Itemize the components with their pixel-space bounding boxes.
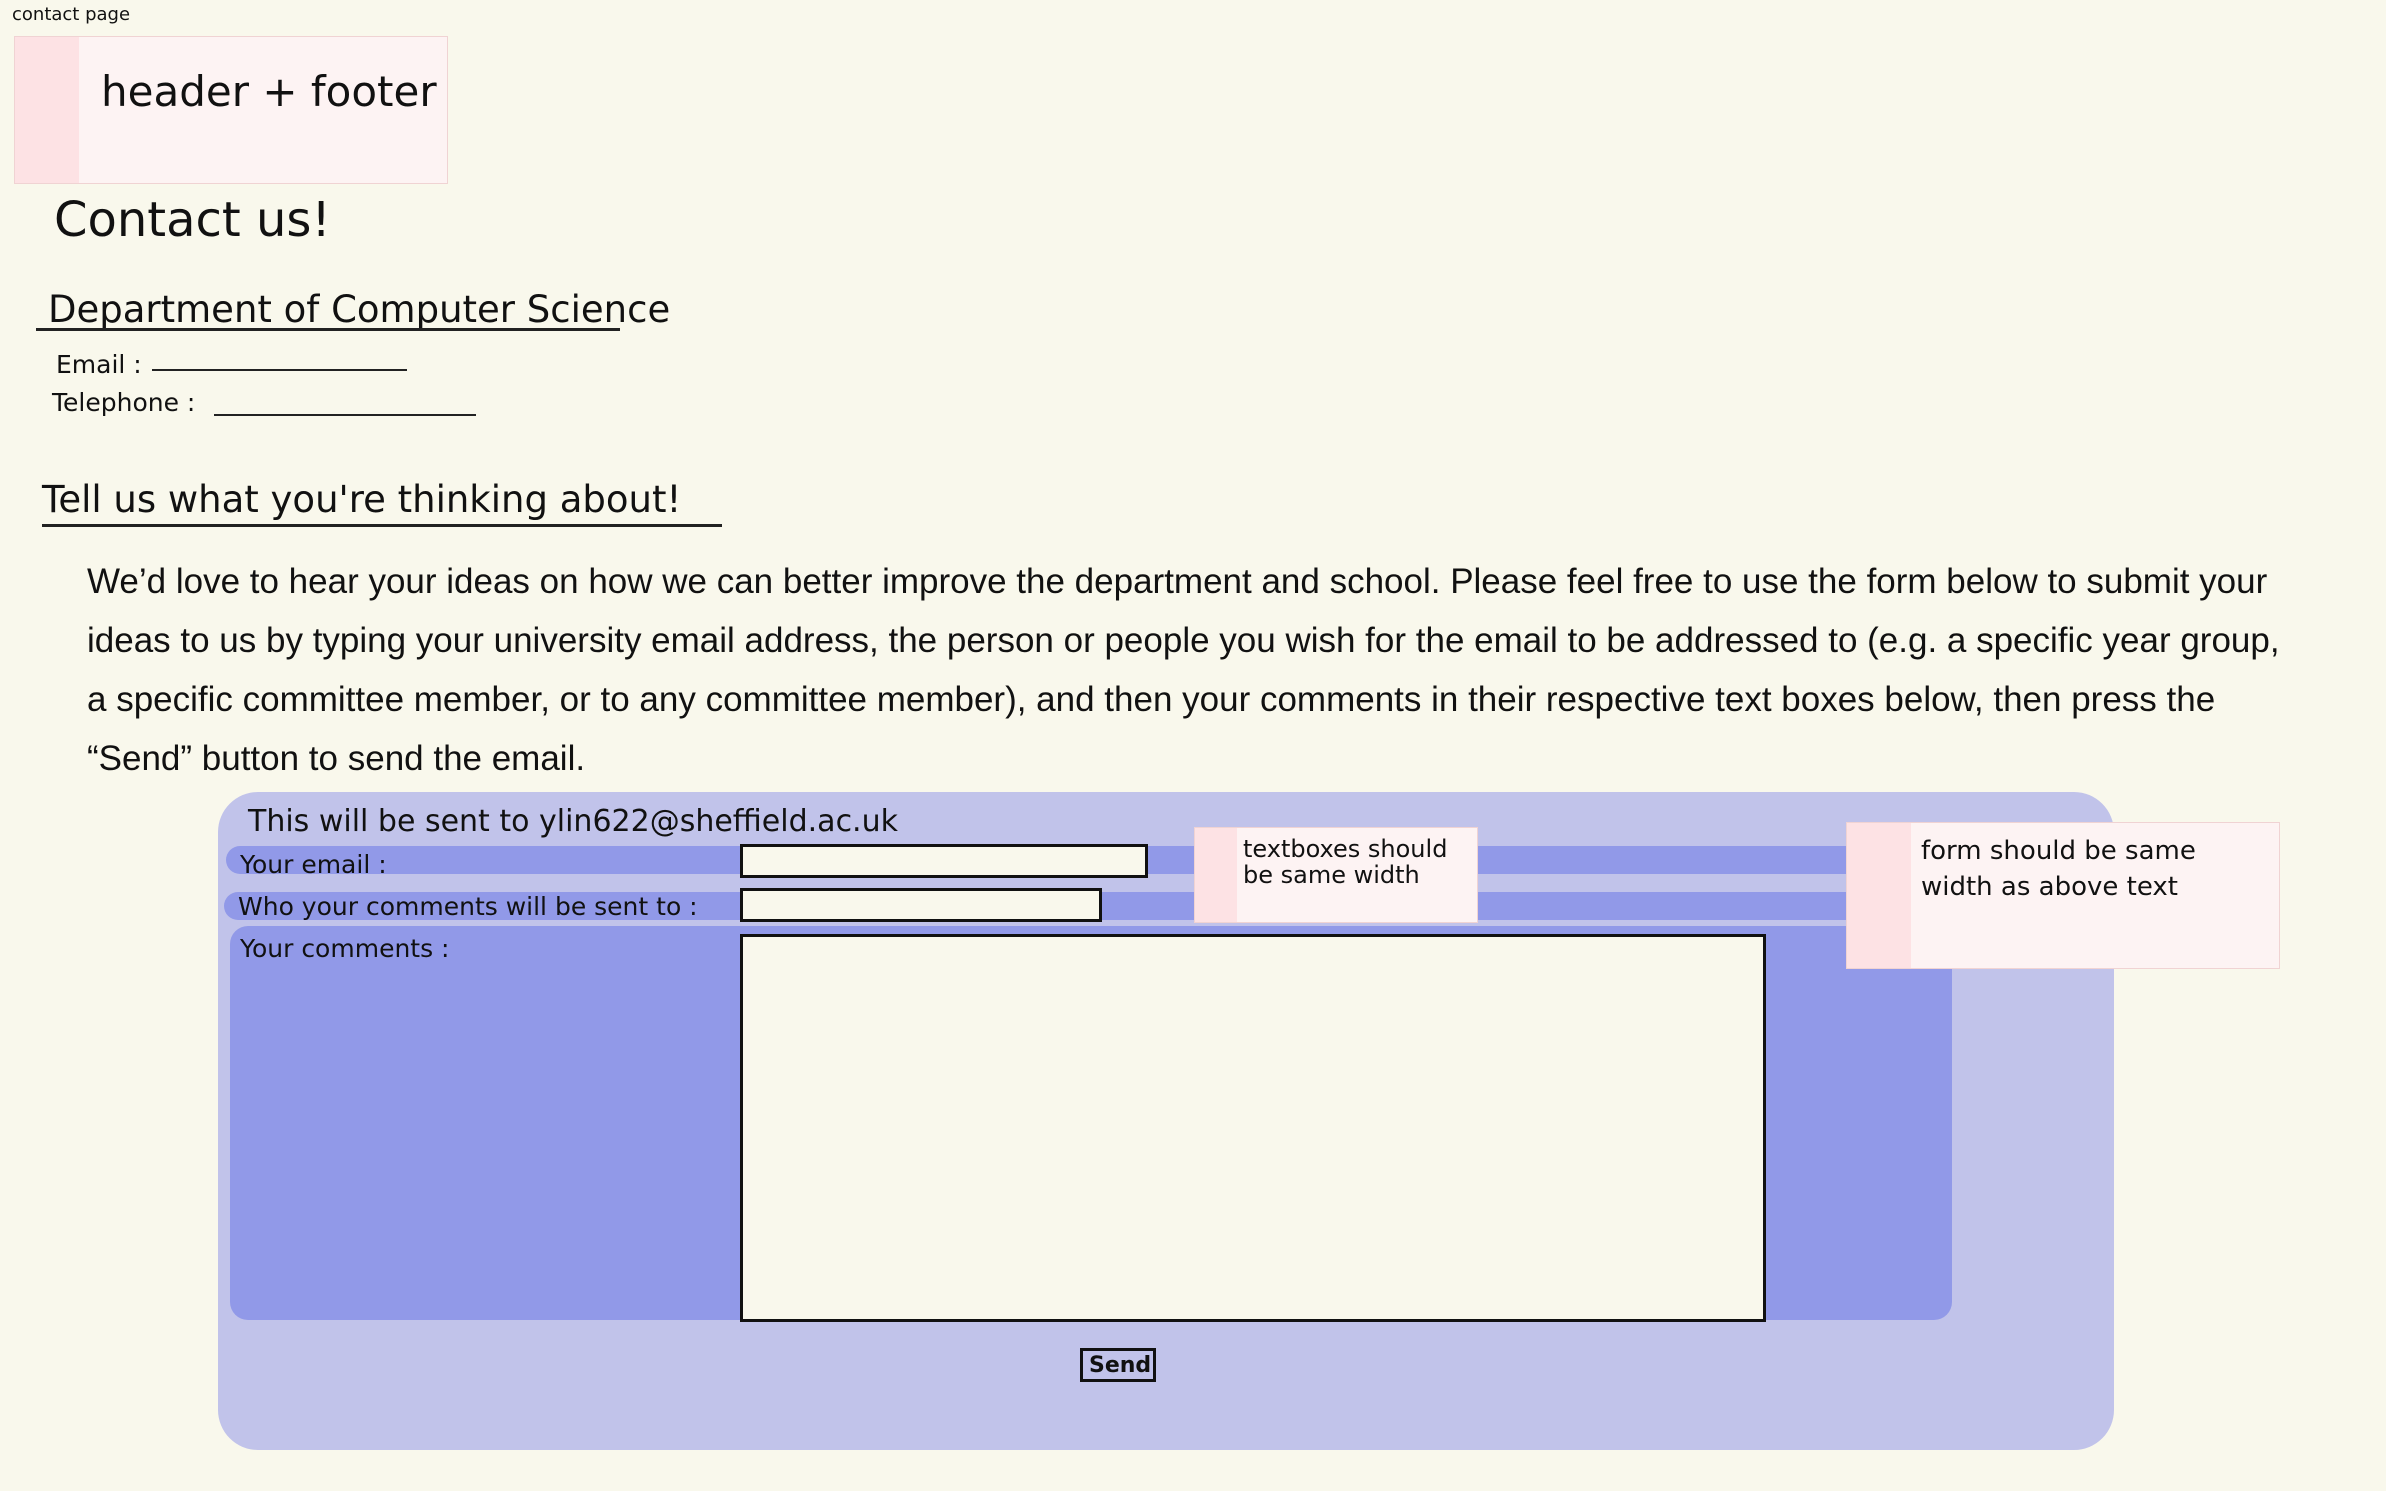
note-strip — [1847, 823, 1911, 968]
form-width-note-text: form should be same width as above text — [1921, 836, 2196, 902]
email-label: Email : — [56, 350, 142, 379]
email-blank-line — [152, 369, 407, 371]
note-strip — [15, 37, 79, 183]
intro-paragraph: We’d love to hear your ideas on how we c… — [87, 562, 2280, 778]
header-footer-note-text: header + footer — [101, 67, 437, 116]
feedback-heading: Tell us what you're thinking about! — [42, 478, 682, 521]
note-strip — [1195, 828, 1237, 922]
feedback-heading-underline — [42, 524, 722, 527]
email-field[interactable] — [740, 844, 1148, 878]
your-email-label: Your email : — [240, 850, 387, 879]
send-button[interactable]: Send — [1080, 1348, 1156, 1382]
send-to-text: This will be sent to ylin622@sheffield.a… — [248, 804, 898, 839]
telephone-blank-line — [214, 414, 476, 416]
page-title: Contact us! — [54, 192, 331, 248]
page-caption: contact page — [12, 4, 131, 25]
department-heading-underline — [36, 328, 620, 331]
textbox-width-note: textboxes should be same width — [1194, 827, 1478, 923]
department-heading: Department of Computer Science — [48, 288, 671, 331]
telephone-label: Telephone : — [52, 388, 196, 417]
form-width-note: form should be same width as above text — [1846, 822, 2280, 969]
textbox-width-note-text: textboxes should be same width — [1243, 835, 1448, 889]
header-footer-note: header + footer — [14, 36, 448, 184]
comments-label: Your comments : — [240, 934, 450, 963]
comments-textarea[interactable] — [740, 934, 1766, 1322]
recipient-field[interactable] — [740, 888, 1102, 922]
recipient-label: Who your comments will be sent to : — [238, 892, 698, 921]
